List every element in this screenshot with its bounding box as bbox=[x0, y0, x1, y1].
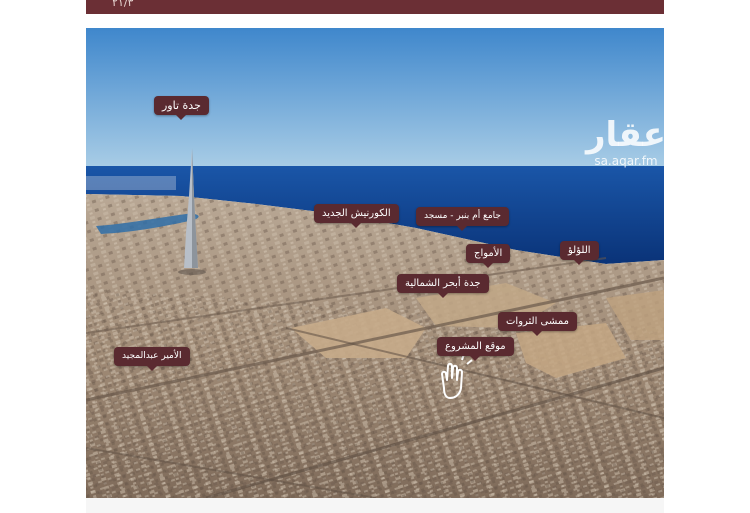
label-mamsha-tharwat: ممشى الثروات bbox=[498, 312, 577, 336]
label-prince-abdulmajeed: الأمير عبدالمجيد bbox=[114, 347, 190, 371]
label-jeddah-tower: جدة تاور bbox=[154, 96, 209, 120]
aerial-photo: عقار sa.aqar.fm جدة تاور الكورنيش الجديد… bbox=[86, 28, 664, 498]
label-al-lulu: اللؤلؤ bbox=[560, 241, 599, 265]
watermark-arabic: عقار bbox=[585, 115, 664, 155]
label-new-corniche: الكورنيش الجديد bbox=[314, 204, 399, 228]
watermark: عقار sa.aqar.fm bbox=[586, 116, 664, 168]
watermark-latin: sa.aqar.fm bbox=[594, 154, 658, 168]
label-north-obhur: جدة أبحر الشمالية bbox=[397, 274, 489, 298]
bottom-bar bbox=[86, 498, 664, 513]
page-number: ٢١/٣ bbox=[112, 0, 134, 9]
label-mosque: جامع أم بنبر - مسجد bbox=[416, 207, 509, 231]
top-banner: ٢١/٣ bbox=[86, 0, 664, 14]
label-project-site: موقع المشروع bbox=[437, 337, 514, 361]
label-al-amwaj: الأمواج bbox=[466, 244, 511, 268]
